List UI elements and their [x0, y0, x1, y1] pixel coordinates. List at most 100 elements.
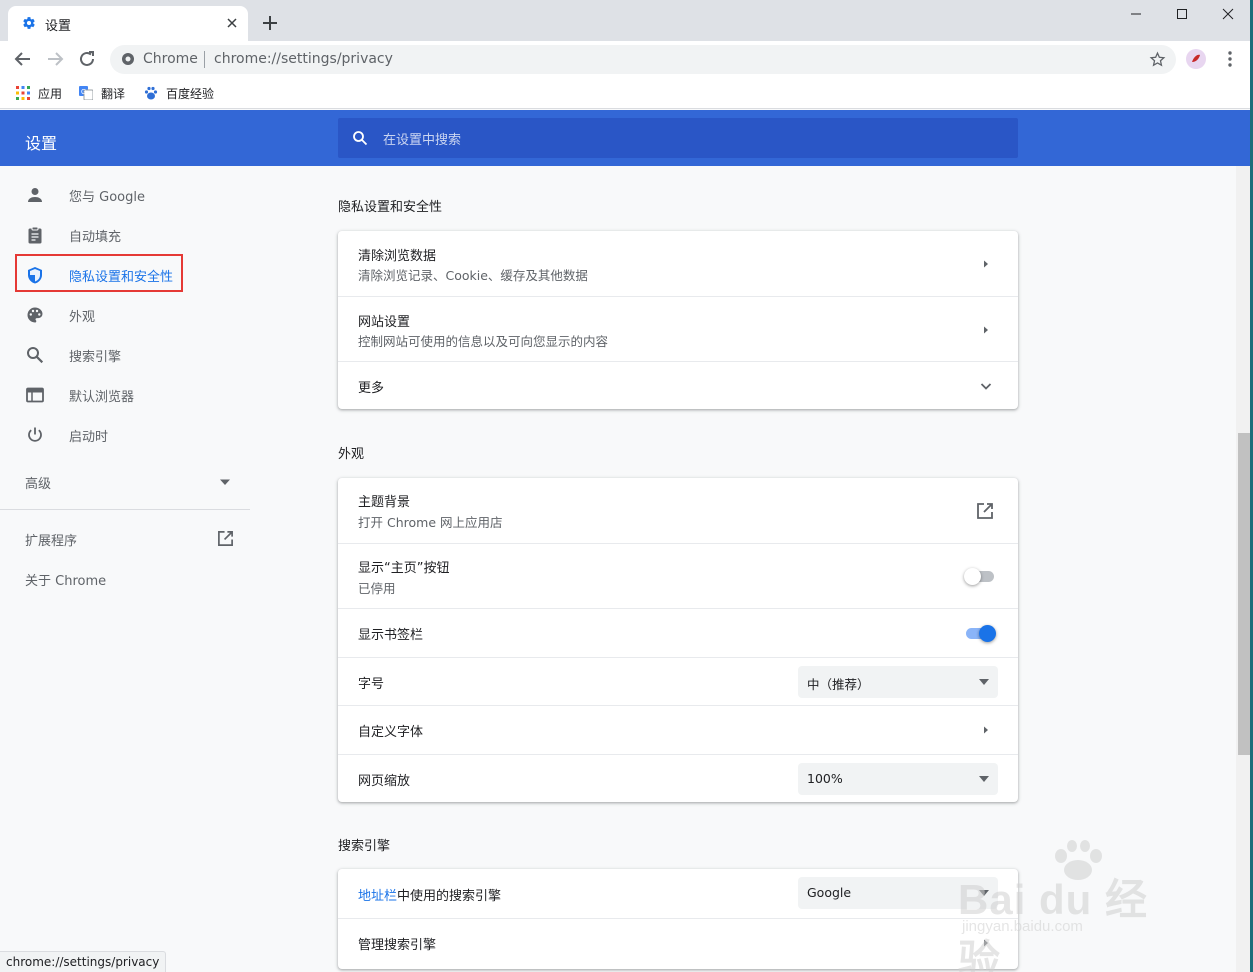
close-icon[interactable]	[224, 15, 240, 31]
page-title: 设置	[25, 134, 58, 153]
maximize-button[interactable]	[1159, 0, 1205, 28]
sidebar-item-search-engine[interactable]: 搜索引擎	[0, 334, 250, 374]
sidebar-divider	[0, 509, 250, 510]
address-bar-link[interactable]: 地址栏	[358, 889, 397, 904]
row-clear-browsing-data[interactable]: 清除浏览数据 清除浏览记录、Cookie、缓存及其他数据	[338, 231, 1018, 296]
apps-grid-icon	[16, 86, 30, 100]
tab-settings[interactable]: 设置	[8, 6, 248, 41]
settings-search-input[interactable]: 在设置中搜索	[338, 118, 1018, 158]
select-value: Google	[807, 885, 852, 900]
row-font-size: 字号 中（推荐）	[338, 657, 1018, 705]
browser-icon	[26, 387, 44, 403]
row-title: 清除浏览数据	[358, 249, 437, 264]
row-subtitle: 已停用	[358, 581, 396, 596]
row-custom-fonts[interactable]: 自定义字体	[338, 705, 1018, 754]
sidebar-item-label: 自动填充	[69, 230, 122, 245]
bookmarks-bar-toggle[interactable]	[964, 624, 996, 642]
maximize-icon	[1177, 9, 1187, 19]
open-in-new-icon[interactable]	[976, 502, 994, 520]
settings-sidebar: 您与 Google 自动填充 隐私设置和安全性 外观 搜索引擎 默认浏览器 启动…	[0, 166, 250, 972]
tab-strip: 设置	[0, 0, 1253, 41]
search-engine-card: 地址栏中使用的搜索引擎 Google 管理搜索引擎	[338, 869, 1018, 969]
row-more[interactable]: 更多	[338, 361, 1018, 409]
row-theme[interactable]: 主题背景 打开 Chrome 网上应用店	[338, 478, 1018, 543]
bookmarks-bar: 应用 G 翻译 百度经验	[0, 77, 1253, 109]
row-title: 自定义字体	[358, 725, 424, 740]
sidebar-item-label: 启动时	[69, 430, 109, 445]
power-icon	[28, 427, 42, 442]
sidebar-item-on-startup[interactable]: 启动时	[0, 414, 250, 454]
profile-avatar[interactable]	[1186, 49, 1206, 69]
sidebar-item-default-browser[interactable]: 默认浏览器	[0, 374, 250, 414]
caret-down-icon[interactable]	[219, 478, 231, 486]
translate-icon: G	[79, 86, 93, 100]
row-page-zoom: 网页缩放 100%	[338, 754, 1018, 802]
window-close-button[interactable]	[1205, 0, 1251, 28]
url-text[interactable]: chrome://settings/privacy	[214, 51, 393, 67]
more-vert-icon[interactable]	[1220, 49, 1240, 69]
arrow-right-icon	[984, 726, 988, 734]
watermark-url: jingyan.baidu.com	[962, 918, 1083, 935]
sidebar-about-chrome[interactable]: 关于 Chrome	[25, 570, 106, 589]
row-omnibox-search-engine: 地址栏中使用的搜索引擎 Google	[338, 869, 1018, 918]
section-title-appearance: 外观	[338, 447, 365, 462]
row-title: 显示书签栏	[358, 628, 424, 643]
row-title: 管理搜索引擎	[358, 938, 437, 953]
search-icon	[353, 131, 368, 146]
address-bar[interactable]: Chrome chrome://settings/privacy	[110, 45, 1176, 74]
sidebar-item-you-and-google[interactable]: 您与 Google	[0, 174, 250, 214]
open-in-new-icon[interactable]	[217, 530, 234, 547]
row-subtitle: 清除浏览记录、Cookie、缓存及其他数据	[358, 268, 588, 283]
caret-down-icon	[979, 679, 989, 685]
sidebar-item-label: 您与 Google	[69, 190, 145, 205]
row-title: 网页缩放	[358, 774, 411, 789]
status-bubble: chrome://settings/privacy	[0, 951, 167, 972]
minimize-button[interactable]	[1113, 0, 1159, 28]
row-title: 更多	[358, 381, 385, 396]
svg-text:G: G	[81, 89, 86, 96]
star-icon[interactable]	[1149, 51, 1166, 68]
sidebar-advanced[interactable]: 高级	[25, 473, 51, 492]
sidebar-item-appearance[interactable]: 外观	[0, 294, 250, 334]
page-zoom-select[interactable]: 100%	[798, 763, 998, 795]
sidebar-item-label: 搜索引擎	[69, 350, 122, 365]
bookmark-label: 应用	[38, 86, 63, 101]
tab-title: 设置	[45, 19, 72, 34]
bookmark-baidu[interactable]: 百度经验	[144, 84, 214, 102]
toolbar: Chrome chrome://settings/privacy	[0, 41, 1253, 77]
gear-icon	[23, 17, 35, 29]
arrow-right-icon	[48, 52, 64, 66]
row-subtitle: 控制网站可使用的信息以及可向您显示的内容	[358, 334, 609, 349]
row-show-home-button: 显示“主页”按钮 已停用	[338, 543, 1018, 608]
toggle-knob	[979, 625, 996, 642]
row-site-settings[interactable]: 网站设置 控制网站可使用的信息以及可向您显示的内容	[338, 296, 1018, 361]
font-size-select[interactable]: 中（推荐）	[798, 666, 998, 698]
bookmark-label: 翻译	[101, 86, 126, 101]
back-button[interactable]	[10, 46, 36, 72]
sidebar-item-autofill[interactable]: 自动填充	[0, 214, 250, 254]
select-value: 中（推荐）	[807, 677, 870, 692]
home-button-toggle[interactable]	[964, 567, 996, 585]
forward-button[interactable]	[42, 46, 68, 72]
bookmark-translate[interactable]: G 翻译	[79, 84, 125, 102]
window-close-icon	[1222, 8, 1234, 20]
row-title: 主题背景	[358, 495, 411, 510]
section-title-search-engine: 搜索引擎	[338, 839, 391, 854]
new-tab-icon[interactable]	[260, 13, 280, 33]
bookmark-label: 百度经验	[166, 86, 215, 101]
reload-button[interactable]	[74, 46, 100, 72]
search-icon	[27, 347, 44, 364]
scrollbar-thumb[interactable]	[1238, 433, 1250, 755]
row-title-rest: 中使用的搜索引擎	[397, 889, 502, 904]
site-chip: Chrome	[143, 51, 198, 67]
row-title: 网站设置	[358, 315, 411, 330]
bookmark-apps[interactable]: 应用	[16, 84, 62, 102]
caret-down-icon	[979, 776, 989, 782]
arrow-right-icon	[984, 326, 988, 334]
row-manage-search-engines[interactable]: 管理搜索引擎	[338, 918, 1018, 969]
profile-icon	[1192, 54, 1200, 62]
baidu-watermark: Bai du 经验 jingyan.baidu.com	[958, 840, 1188, 972]
sidebar-extensions[interactable]: 扩展程序	[25, 530, 77, 549]
clipboard-icon	[28, 226, 42, 244]
settings-header: 设置 在设置中搜索	[0, 110, 1250, 166]
